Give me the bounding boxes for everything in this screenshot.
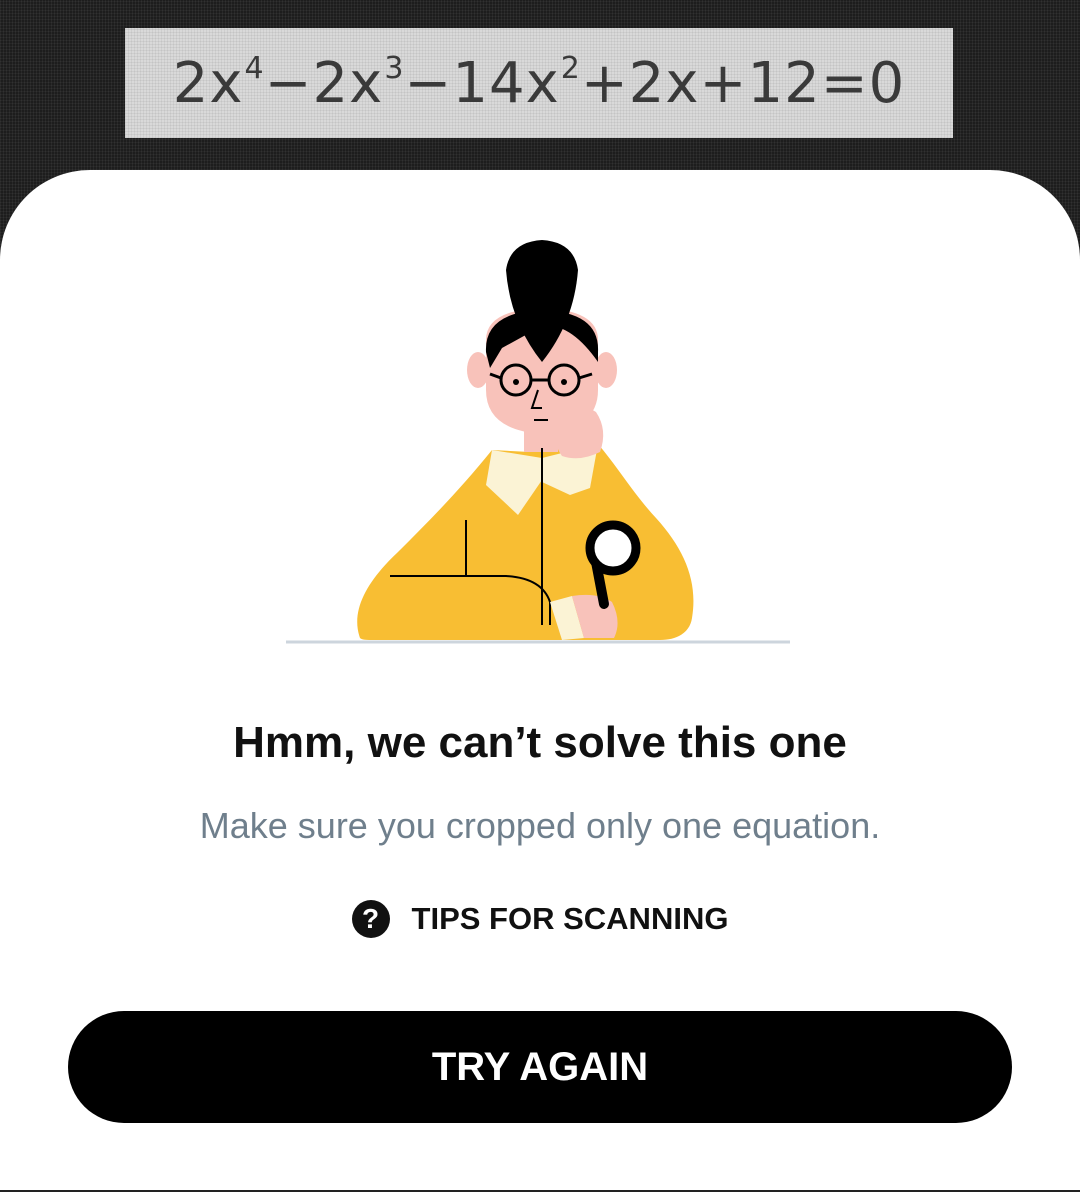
thinking-person-with-magnifier-icon — [286, 240, 790, 644]
equation-term: +2x+12=0 — [580, 51, 906, 116]
bottom-divider — [0, 1190, 1080, 1192]
equation-term: −2x — [264, 51, 384, 116]
scanned-equation: 2x4−2x3−14x2+2x+12=0 — [173, 54, 906, 112]
scanned-equation-crop: 2x4−2x3−14x2+2x+12=0 — [125, 28, 953, 138]
question-circle-icon: ? — [351, 900, 390, 938]
equation-exponent: 3 — [384, 51, 405, 86]
equation-exponent: 4 — [244, 51, 265, 86]
equation-term: −14x — [404, 51, 560, 116]
try-again-button[interactable]: TRY AGAIN — [68, 1011, 1012, 1123]
equation-exponent: 2 — [560, 51, 581, 86]
tips-label: TIPS FOR SCANNING — [411, 901, 729, 936]
equation-term: 2x — [172, 51, 244, 116]
error-title: Hmm, we can’t solve this one — [233, 718, 847, 767]
error-bottom-sheet: Hmm, we can’t solve this one Make sure y… — [0, 170, 1080, 1194]
tips-for-scanning-link[interactable]: ? TIPS FOR SCANNING — [0, 900, 1080, 938]
error-subtitle: Make sure you cropped only one equation. — [199, 805, 881, 846]
